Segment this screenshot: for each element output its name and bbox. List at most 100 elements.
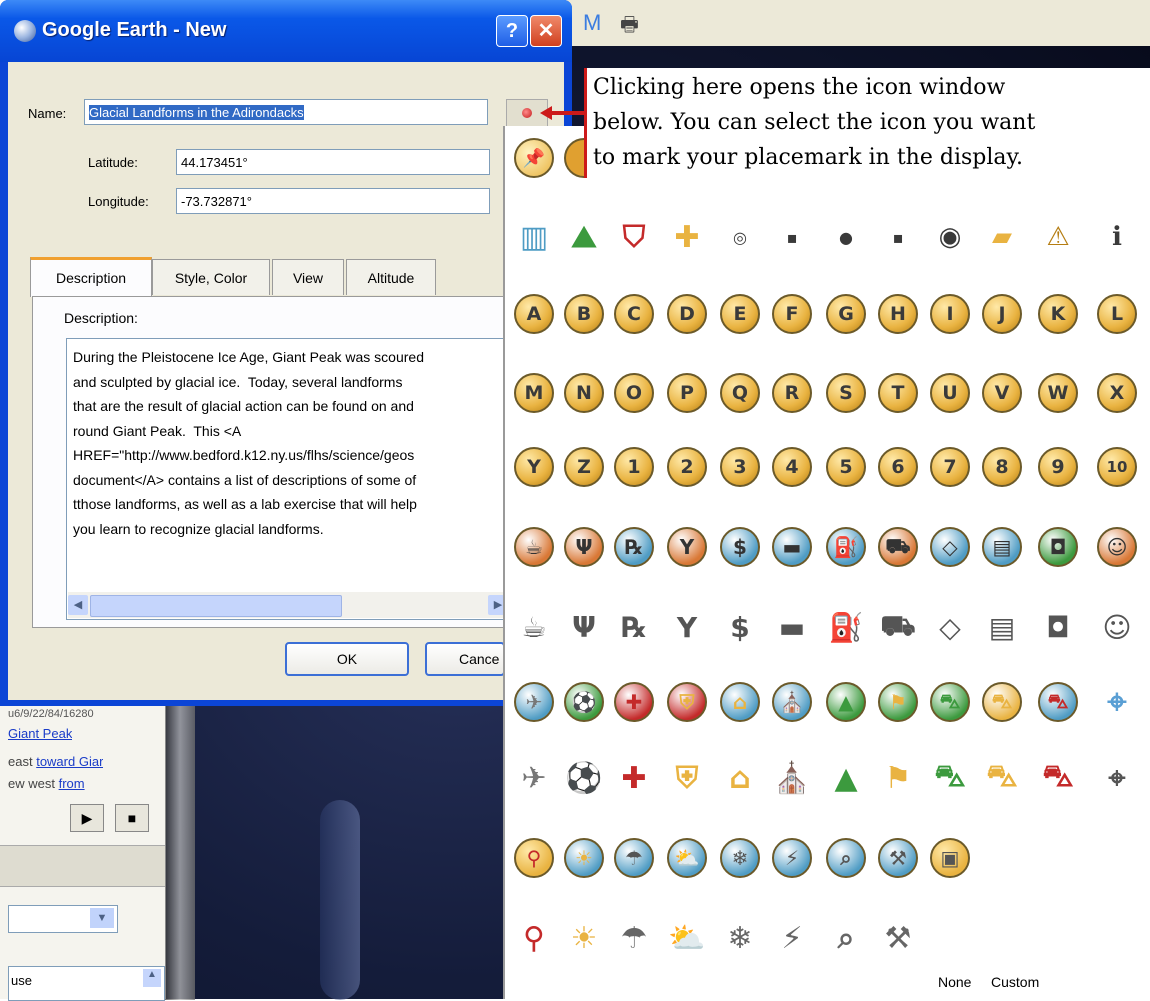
sun-plain-icon[interactable]: ☀ <box>564 918 604 958</box>
latitude-field[interactable]: 44.173451° <box>176 149 490 175</box>
dining-icon[interactable]: Ψ <box>564 527 604 567</box>
custom-link[interactable]: Custom <box>991 974 1039 990</box>
letter-t-icon[interactable]: T <box>878 373 918 413</box>
road-diamond-icon[interactable]: ✚ <box>667 217 707 257</box>
letter-h-icon[interactable]: H <box>878 294 918 334</box>
shopping-icon[interactable]: ⛟ <box>878 527 918 567</box>
church-plain-icon[interactable]: ⛪ <box>772 758 812 798</box>
description-textarea[interactable]: During the Pleistocene Ice Age, Giant Pe… <box>66 338 506 620</box>
letter-8-icon[interactable]: 8 <box>982 447 1022 487</box>
dining-plain-icon[interactable]: Ψ <box>564 607 604 647</box>
letter-a-icon[interactable]: A <box>514 294 554 334</box>
rain-icon[interactable]: ☂ <box>614 838 654 878</box>
tools-plain-icon[interactable]: ⚒ <box>878 918 918 958</box>
interstate-shield-icon[interactable]: ⛉ <box>614 217 654 257</box>
pharmacy-icon[interactable]: ℞ <box>614 527 654 567</box>
letter-7-icon[interactable]: 7 <box>930 447 970 487</box>
longitude-field[interactable]: -73.732871° <box>176 188 490 214</box>
sticky-note-icon[interactable]: ▰ <box>982 217 1022 257</box>
movies-plain-icon[interactable]: ▤ <box>982 607 1022 647</box>
search-doc-icon[interactable]: ⌕ <box>826 838 866 878</box>
partly-cloudy-icon[interactable]: ⛅ <box>667 838 707 878</box>
letter-c-icon[interactable]: C <box>614 294 654 334</box>
hospital-plain-icon[interactable]: ✚ <box>614 758 654 798</box>
target-icon[interactable]: ◎ <box>720 217 760 257</box>
close-button[interactable]: ✕ <box>530 15 562 47</box>
tab-altitude[interactable]: Altitude <box>346 259 436 295</box>
home-plain-icon[interactable]: ⌂ <box>720 758 760 798</box>
toward-link[interactable]: toward Giar <box>36 754 103 769</box>
letter-x-icon[interactable]: X <box>1097 373 1137 413</box>
square-dot-icon[interactable]: ▪ <box>772 217 812 257</box>
golf-plain-icon[interactable]: ⚑ <box>878 758 918 798</box>
cancel-button[interactable]: Cance <box>425 642 505 676</box>
gas-icon[interactable]: ⛽ <box>826 527 866 567</box>
home-icon[interactable]: ⌂ <box>720 682 760 722</box>
movies-icon[interactable]: ▤ <box>982 527 1022 567</box>
mountains-icon[interactable]: ⛰ <box>564 217 604 257</box>
letter-1-icon[interactable]: 1 <box>614 447 654 487</box>
letter-b-icon[interactable]: B <box>564 294 604 334</box>
bar-icon[interactable]: Y <box>667 527 707 567</box>
globe-pin-icon[interactable]: ◉ <box>930 217 970 257</box>
taxi-plain-icon[interactable]: ⛍ <box>982 758 1022 798</box>
bank-plain-icon[interactable]: $ <box>720 607 760 647</box>
letter-k-icon[interactable]: K <box>1038 294 1078 334</box>
temperature-icon[interactable]: ⚲ <box>514 838 554 878</box>
list-item[interactable]: use <box>11 973 32 988</box>
square-dot-2-icon[interactable]: ▪ <box>878 217 918 257</box>
letter-l-icon[interactable]: L <box>1097 294 1137 334</box>
lodging-plain-icon[interactable]: ▬ <box>772 607 812 647</box>
chevron-down-icon[interactable]: ▼ <box>90 908 114 928</box>
letter-v-icon[interactable]: V <box>982 373 1022 413</box>
camera-plain-icon[interactable]: ◘ <box>1038 607 1078 647</box>
thunder-icon[interactable]: ⚡ <box>772 838 812 878</box>
info-icon[interactable]: ℹ <box>1097 217 1137 257</box>
gas-plain-icon[interactable]: ⛽ <box>826 607 866 647</box>
print-icon[interactable]: 🖶 <box>620 10 639 44</box>
letter-9-icon[interactable]: 9 <box>1038 447 1078 487</box>
snow-plain-icon[interactable]: ❄ <box>720 918 760 958</box>
letter-r-icon[interactable]: R <box>772 373 812 413</box>
id-card-icon[interactable]: ▣ <box>930 838 970 878</box>
auto-icon[interactable]: ⛍ <box>1038 682 1078 722</box>
letter-n-icon[interactable]: N <box>564 373 604 413</box>
building-icon[interactable]: ▥ <box>514 217 554 257</box>
dialog-titlebar[interactable]: Google Earth - New ? ✕ <box>0 0 572 62</box>
letter-z-icon[interactable]: Z <box>564 447 604 487</box>
camera-icon[interactable]: ◘ <box>1038 527 1078 567</box>
soccer-icon[interactable]: ⚽ <box>564 682 604 722</box>
bank-icon[interactable]: $ <box>720 527 760 567</box>
police-plain-icon[interactable]: ⛨ <box>667 758 707 798</box>
circle-dot-icon[interactable]: ● <box>826 217 866 257</box>
lodging-icon[interactable]: ▬ <box>772 527 812 567</box>
letter-w-icon[interactable]: W <box>1038 373 1078 413</box>
rain-plain-icon[interactable]: ☂ <box>614 918 654 958</box>
letter-s-icon[interactable]: S <box>826 373 866 413</box>
auto-plain-icon[interactable]: ⛍ <box>1038 758 1078 798</box>
letter-2-icon[interactable]: 2 <box>667 447 707 487</box>
snow-icon[interactable]: ❄ <box>720 838 760 878</box>
letter-f-icon[interactable]: F <box>772 294 812 334</box>
crosshair-icon[interactable]: ⌖ <box>1097 682 1137 722</box>
convenience-plain-icon[interactable]: ◇ <box>930 607 970 647</box>
soccer-plain-icon[interactable]: ⚽ <box>564 758 604 798</box>
letter-i-icon[interactable]: I <box>930 294 970 334</box>
scroll-thumb[interactable] <box>90 595 342 617</box>
from-link[interactable]: from <box>59 776 85 790</box>
person-plain-icon[interactable]: ☺ <box>1097 607 1137 647</box>
search-doc-plain-icon[interactable]: ⌕ <box>826 918 866 958</box>
tab-style-color[interactable]: Style, Color <box>152 259 270 295</box>
letter-e-icon[interactable]: E <box>720 294 760 334</box>
none-link[interactable]: None <box>938 974 971 990</box>
letter-4-icon[interactable]: 4 <box>772 447 812 487</box>
scroll-left-icon[interactable]: ◀ <box>68 595 88 615</box>
horizontal-scrollbar[interactable]: ◀ ▶ <box>68 592 508 618</box>
shopping-plain-icon[interactable]: ⛟ <box>878 607 918 647</box>
airport-plain-icon[interactable]: ✈ <box>514 758 554 798</box>
giant-peak-link[interactable]: Giant Peak <box>8 726 72 741</box>
person-icon[interactable]: ☺ <box>1097 527 1137 567</box>
letter-o-icon[interactable]: O <box>614 373 654 413</box>
bar-plain-icon[interactable]: Y <box>667 607 707 647</box>
crosshair-plain-icon[interactable]: ⌖ <box>1097 758 1137 798</box>
